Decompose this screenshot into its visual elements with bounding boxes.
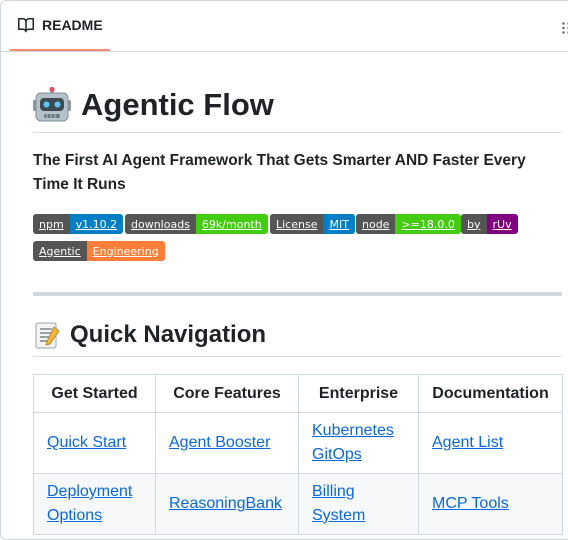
table-header: Documentation bbox=[418, 374, 563, 413]
robot-icon bbox=[33, 86, 71, 123]
readme-tab-label: README bbox=[42, 17, 103, 33]
badge-license[interactable]: License MIT bbox=[270, 214, 355, 234]
table-header: Get Started bbox=[33, 374, 156, 413]
link-reasoningbank[interactable]: ReasoningBank bbox=[169, 495, 282, 512]
link-agent-list[interactable]: Agent List bbox=[432, 434, 503, 451]
link-billing-system[interactable]: Billing System bbox=[312, 483, 365, 524]
link-agent-booster[interactable]: Agent Booster bbox=[169, 434, 270, 451]
badge-downloads[interactable]: downloads 69k/month bbox=[125, 214, 268, 234]
table-cell: Quick Start bbox=[33, 412, 156, 474]
link-quick-start[interactable]: Quick Start bbox=[47, 434, 126, 451]
table-header: Enterprise bbox=[298, 374, 419, 413]
table-cell: Billing System bbox=[298, 473, 419, 535]
readme-tab[interactable]: README bbox=[10, 1, 110, 51]
table-cell: Deployment Options bbox=[33, 473, 156, 535]
table-header: Core Features bbox=[155, 374, 299, 413]
readme-title: Agentic Flow bbox=[33, 78, 562, 133]
link-kubernetes-gitops[interactable]: Kubernetes GitOps bbox=[312, 422, 394, 463]
table-cell: Kubernetes GitOps bbox=[298, 412, 419, 474]
section-divider bbox=[33, 292, 562, 296]
badge-npm[interactable]: npm v1.10.2 bbox=[33, 214, 124, 234]
table-row: Deployment Options ReasoningBank Billing… bbox=[33, 473, 563, 535]
badge-agentic-engineering[interactable]: Agentic Engineering bbox=[33, 241, 165, 261]
link-mcp-tools[interactable]: MCP Tools bbox=[432, 495, 509, 512]
quick-nav-table: Get Started Core Features Enterprise Doc… bbox=[33, 374, 563, 535]
table-cell: MCP Tools bbox=[418, 473, 563, 535]
drag-handle-icon[interactable] bbox=[562, 21, 568, 34]
table-cell: ReasoningBank bbox=[155, 473, 299, 535]
table-row: Quick Start Agent Booster Kubernetes Git… bbox=[33, 412, 563, 474]
badge-author[interactable]: by rUv bbox=[461, 214, 518, 234]
link-deployment-options[interactable]: Deployment Options bbox=[47, 483, 132, 524]
table-header-row: Get Started Core Features Enterprise Doc… bbox=[33, 374, 563, 413]
section-heading: Quick Navigation bbox=[33, 314, 562, 357]
table-cell: Agent Booster bbox=[155, 412, 299, 474]
section-heading-text: Quick Navigation bbox=[70, 321, 267, 348]
book-icon bbox=[18, 17, 34, 33]
readme-tagline: The First AI Agent Framework That Gets S… bbox=[33, 152, 526, 193]
table-cell: Agent List bbox=[418, 412, 563, 474]
readme-header: README bbox=[1, 1, 568, 52]
memo-icon bbox=[33, 321, 61, 349]
readme-title-text: Agentic Flow bbox=[81, 87, 274, 122]
badge-node[interactable]: node >=18.0.0 bbox=[356, 214, 461, 234]
